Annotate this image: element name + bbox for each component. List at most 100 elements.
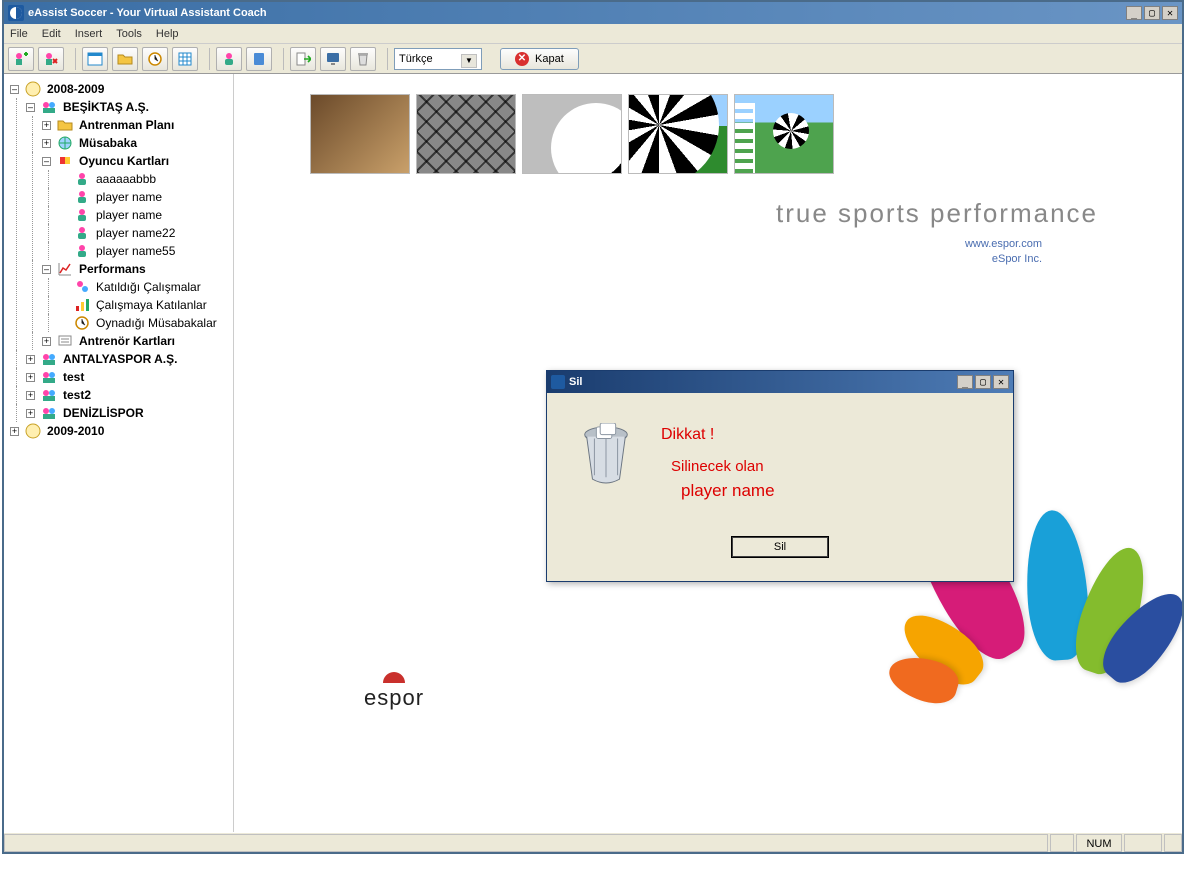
tree-season-2008[interactable]: – 2008-2009 [10, 80, 231, 98]
player-icon [74, 171, 90, 187]
team-icon [41, 99, 57, 115]
tree-perf-item[interactable]: Çalışmaya Katılanlar [58, 296, 231, 314]
team-icon [41, 351, 57, 367]
tree-perf-item[interactable]: Katıldığı Çalışmalar [58, 278, 231, 296]
collapse-icon[interactable]: – [26, 103, 35, 112]
resize-grip-icon[interactable] [1164, 834, 1182, 852]
banner-thumb-net [416, 94, 516, 174]
tool-folder-icon[interactable] [112, 47, 138, 71]
tree-player[interactable]: aaaaaabbb [58, 170, 231, 188]
brand-company: eSpor Inc. [254, 252, 1042, 267]
close-button[interactable]: ✕ Kapat [500, 48, 579, 70]
collapse-icon[interactable]: – [10, 85, 19, 94]
tree-antrenor-kartlari[interactable]: + Antrenör Kartları [42, 332, 231, 350]
banner-thumb-texture [310, 94, 410, 174]
expand-icon[interactable]: + [42, 337, 51, 346]
dialog-line1: Silinecek olan [671, 455, 775, 479]
tree-label: BEŞİKTAŞ A.Ş. [61, 98, 151, 116]
tool-grid-icon[interactable] [172, 47, 198, 71]
cards-icon [57, 153, 73, 169]
toolbar-separator [70, 48, 76, 70]
status-cell [1124, 834, 1162, 852]
menu-file[interactable]: File [10, 28, 28, 40]
tree-label: player name [94, 188, 164, 206]
tree-label: Oyuncu Kartları [77, 152, 171, 170]
menu-insert[interactable]: Insert [75, 28, 103, 40]
tree-team-test2[interactable]: + test2 [26, 386, 231, 404]
dialog-heading: Dikkat ! [661, 423, 775, 447]
tree-musabaka[interactable]: + Müsabaka [42, 134, 231, 152]
tool-person-icon[interactable] [216, 47, 242, 71]
body: – 2008-2009 – BEŞİKTAŞ A.Ş. [4, 74, 1182, 832]
dialog-delete-button[interactable]: Sil [732, 537, 828, 557]
menu-edit[interactable]: Edit [42, 28, 61, 40]
menu-tools[interactable]: Tools [116, 28, 142, 40]
app-icon [551, 375, 565, 389]
banner-thumb-goal [734, 94, 834, 174]
collapse-icon[interactable]: – [42, 157, 51, 166]
tree-perf-item[interactable]: Oynadığı Müsabakalar [58, 314, 231, 332]
close-window-button[interactable]: ✕ [1162, 6, 1178, 20]
expand-icon[interactable]: + [42, 121, 51, 130]
language-select[interactable]: Türkçe [394, 48, 482, 70]
team-icon [41, 405, 57, 421]
window-title: eAssist Soccer - Your Virtual Assistant … [28, 7, 267, 19]
tree-team-test[interactable]: + test [26, 368, 231, 386]
tree-label: aaaaaabbb [94, 170, 158, 188]
tree-season-2009[interactable]: + 2009-2010 [10, 422, 231, 440]
menu-help[interactable]: Help [156, 28, 179, 40]
player-icon [74, 207, 90, 223]
toolbar-separator [204, 48, 210, 70]
minimize-button[interactable]: _ [1126, 6, 1142, 20]
brand-logo-icon [383, 672, 405, 683]
tool-export-icon[interactable] [290, 47, 316, 71]
tree-player[interactable]: player name55 [58, 242, 231, 260]
dialog-entity: player name [681, 479, 775, 503]
tree-performans[interactable]: – Performans [42, 260, 231, 278]
expand-icon[interactable]: + [26, 355, 35, 364]
tree-label: player name55 [94, 242, 177, 260]
tree-team-besiktas[interactable]: – BEŞİKTAŞ A.Ş. [26, 98, 231, 116]
clock-icon [74, 315, 90, 331]
tree-label: Çalışmaya Katılanlar [94, 296, 209, 314]
expand-icon[interactable]: + [26, 409, 35, 418]
expand-icon[interactable]: + [10, 427, 19, 436]
brand-link[interactable]: www.espor.com [254, 237, 1042, 252]
tree-label: Katıldığı Çalışmalar [94, 278, 203, 296]
tool-book-icon[interactable] [246, 47, 272, 71]
dialog-title: Sil [569, 376, 582, 388]
brand-logo: espor [364, 672, 424, 711]
collapse-icon[interactable]: – [42, 265, 51, 274]
tagline: true sports performance [254, 198, 1098, 229]
tree-team-antalyaspor[interactable]: + ANTALYASPOR A.Ş. [26, 350, 231, 368]
tool-trashcan-icon[interactable] [350, 47, 376, 71]
tree-player[interactable]: player name [58, 188, 231, 206]
dialog-close-button[interactable]: ✕ [993, 375, 1009, 389]
tool-calendar-icon[interactable] [82, 47, 108, 71]
tool-add-player-icon[interactable] [8, 47, 34, 71]
tree-antrenman-plani[interactable]: + Antrenman Planı [42, 116, 231, 134]
tree-team-denizlispor[interactable]: + DENİZLİSPOR [26, 404, 231, 422]
dialog-minimize-button[interactable]: _ [957, 375, 973, 389]
expand-icon[interactable]: + [26, 391, 35, 400]
tree-label: 2008-2009 [45, 80, 106, 98]
expand-icon[interactable]: + [42, 139, 51, 148]
language-selected-label: Türkçe [399, 53, 433, 65]
tree-player[interactable]: player name [58, 206, 231, 224]
sublinks: www.espor.com eSpor Inc. [254, 237, 1042, 267]
tree-label: Performans [77, 260, 148, 278]
tool-monitor-icon[interactable] [320, 47, 346, 71]
tool-remove-player-icon[interactable] [38, 47, 64, 71]
status-bar: NUM [4, 832, 1182, 852]
tree-label: player name [94, 206, 164, 224]
tool-clock-icon[interactable] [142, 47, 168, 71]
perf-icon [74, 279, 90, 295]
tree: – 2008-2009 – BEŞİKTAŞ A.Ş. [6, 80, 231, 440]
tree-label: Oynadığı Müsabakalar [94, 314, 219, 332]
dialog-maximize-button[interactable]: ▢ [975, 375, 991, 389]
season-icon [25, 423, 41, 439]
expand-icon[interactable]: + [26, 373, 35, 382]
tree-oyuncu-kartlari[interactable]: – Oyuncu Kartları [42, 152, 231, 170]
tree-player[interactable]: player name22 [58, 224, 231, 242]
maximize-button[interactable]: ▢ [1144, 6, 1160, 20]
